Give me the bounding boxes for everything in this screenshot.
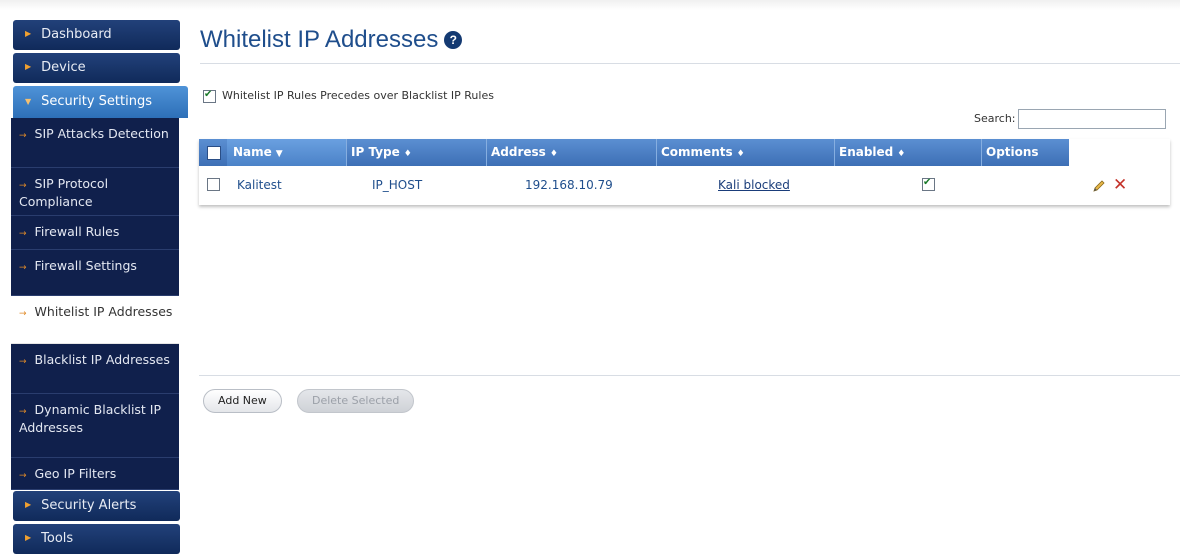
column-header-name[interactable]: Name ▼ (227, 139, 347, 166)
nav-tools-label: Tools (41, 531, 74, 546)
table-row: Kalitest IP_HOST 192.168.10.79 Kali bloc… (199, 166, 1170, 202)
enabled-checkbox[interactable] (922, 177, 935, 191)
arrow-right-icon: → (19, 181, 27, 191)
sidebar-item-firewall-settings[interactable]: → Firewall Settings (11, 250, 179, 296)
chevron-right-icon: ▶ (25, 62, 32, 71)
cell-address: 192.168.10.79 (525, 178, 613, 192)
arrow-right-icon: → (19, 229, 27, 239)
nav-dashboard[interactable]: ▶ Dashboard (13, 20, 180, 50)
cell-ip-type: IP_HOST (372, 178, 423, 192)
nav-security-settings-label: Security Settings (41, 94, 152, 109)
precedence-option[interactable]: Whitelist IP Rules Precedes over Blackli… (203, 89, 494, 103)
sidebar-item-label: SIP Protocol Compliance (19, 176, 109, 209)
sidebar-item-sip-attacks-detection[interactable]: → SIP Attacks Detection (11, 118, 179, 168)
precedence-checkbox[interactable] (203, 89, 216, 103)
sidebar: ▶ Dashboard ▶ Device ▶ Security Settings → S… (11, 20, 188, 557)
delete-icon[interactable]: ✕ (1113, 177, 1127, 194)
sidebar-item-label: Blacklist IP Addresses (34, 352, 170, 367)
sort-desc-icon: ▼ (275, 149, 283, 159)
nav-device-label: Device (41, 60, 86, 75)
nav-device[interactable]: ▶ Device (13, 53, 180, 83)
delete-selected-button[interactable]: Delete Selected (297, 389, 415, 413)
arrow-right-icon: → (19, 131, 27, 141)
sidebar-item-label: Firewall Rules (34, 224, 120, 239)
arrow-right-icon: → (19, 263, 27, 273)
cell-name: Kalitest (237, 178, 282, 192)
precedence-label: Whitelist IP Rules Precedes over Blackli… (222, 89, 494, 102)
column-header-label: Address (491, 145, 546, 159)
nav-dashboard-label: Dashboard (41, 27, 112, 42)
sort-icon: ♦ (549, 149, 558, 159)
column-header-options: Options (982, 139, 1069, 166)
page-title-text: Whitelist IP Addresses (200, 26, 439, 53)
nav-security-alerts[interactable]: ▶ Security Alerts (13, 491, 180, 521)
column-header-label: IP Type (351, 145, 400, 159)
search-box: Search: (974, 109, 1166, 129)
column-header-comments[interactable]: Comments ♦ (657, 139, 835, 166)
arrow-right-icon: → (19, 357, 27, 367)
page-title: Whitelist IP Addresses? (200, 26, 463, 54)
row-select-checkbox[interactable] (207, 178, 220, 191)
sort-icon: ♦ (403, 149, 412, 159)
chevron-right-icon: ▶ (25, 29, 32, 38)
column-header-label: Options (986, 145, 1039, 159)
sidebar-item-whitelist-ip-addresses[interactable]: → Whitelist IP Addresses (11, 296, 179, 344)
sidebar-item-dynamic-blacklist-ip-addresses[interactable]: → Dynamic Blacklist IP Addresses (11, 394, 179, 458)
sidebar-item-label: Whitelist IP Addresses (34, 304, 173, 319)
title-divider (200, 63, 1180, 64)
nav-tools[interactable]: ▶ Tools (13, 524, 180, 554)
column-header-address[interactable]: Address ♦ (487, 139, 657, 166)
actions-divider (199, 375, 1180, 376)
edit-icon[interactable] (1092, 179, 1106, 193)
add-new-button[interactable]: Add New (203, 389, 282, 413)
chevron-right-icon: ▶ (25, 533, 32, 542)
sidebar-item-label: Geo IP Filters (34, 466, 117, 481)
sidebar-item-label: SIP Attacks Detection (34, 126, 169, 141)
sidebar-item-geo-ip-filters[interactable]: → Geo IP Filters (11, 458, 179, 490)
arrow-right-icon: → (19, 309, 27, 319)
chevron-down-icon: ▶ (24, 98, 34, 106)
sidebar-item-label: Firewall Settings (34, 258, 137, 273)
table-header: Name ▼ IP Type ♦ Address ♦ Comments ♦ Enable… (199, 139, 1069, 166)
top-shade (0, 0, 1180, 10)
column-header-enabled[interactable]: Enabled ♦ (835, 139, 982, 166)
sidebar-item-blacklist-ip-addresses[interactable]: → Blacklist IP Addresses (11, 344, 179, 394)
column-header-label: Name (233, 145, 272, 159)
arrow-right-icon: → (19, 407, 27, 417)
arrow-right-icon: → (19, 471, 27, 481)
column-header-ip-type[interactable]: IP Type ♦ (347, 139, 487, 166)
nav-security-settings[interactable]: ▶ Security Settings (13, 86, 188, 118)
sort-icon: ♦ (736, 149, 745, 159)
search-input[interactable] (1017, 109, 1166, 129)
nav-security-alerts-label: Security Alerts (41, 498, 137, 513)
column-header-label: Enabled (839, 145, 894, 159)
sidebar-item-sip-protocol-compliance[interactable]: → SIP Protocol Compliance (11, 168, 179, 216)
search-label: Search: (974, 112, 1016, 125)
column-header-label: Comments (661, 145, 733, 159)
sidebar-item-firewall-rules[interactable]: → Firewall Rules (11, 216, 179, 250)
help-icon[interactable]: ? (444, 31, 463, 49)
sidebar-item-label: Dynamic Blacklist IP Addresses (19, 402, 162, 435)
cell-comments-link[interactable]: Kali blocked (718, 178, 790, 192)
select-all-checkbox[interactable] (207, 146, 221, 160)
sort-icon: ♦ (897, 149, 906, 159)
chevron-right-icon: ▶ (25, 500, 32, 509)
whitelist-table: Name ▼ IP Type ♦ Address ♦ Comments ♦ Enable… (199, 139, 1170, 205)
